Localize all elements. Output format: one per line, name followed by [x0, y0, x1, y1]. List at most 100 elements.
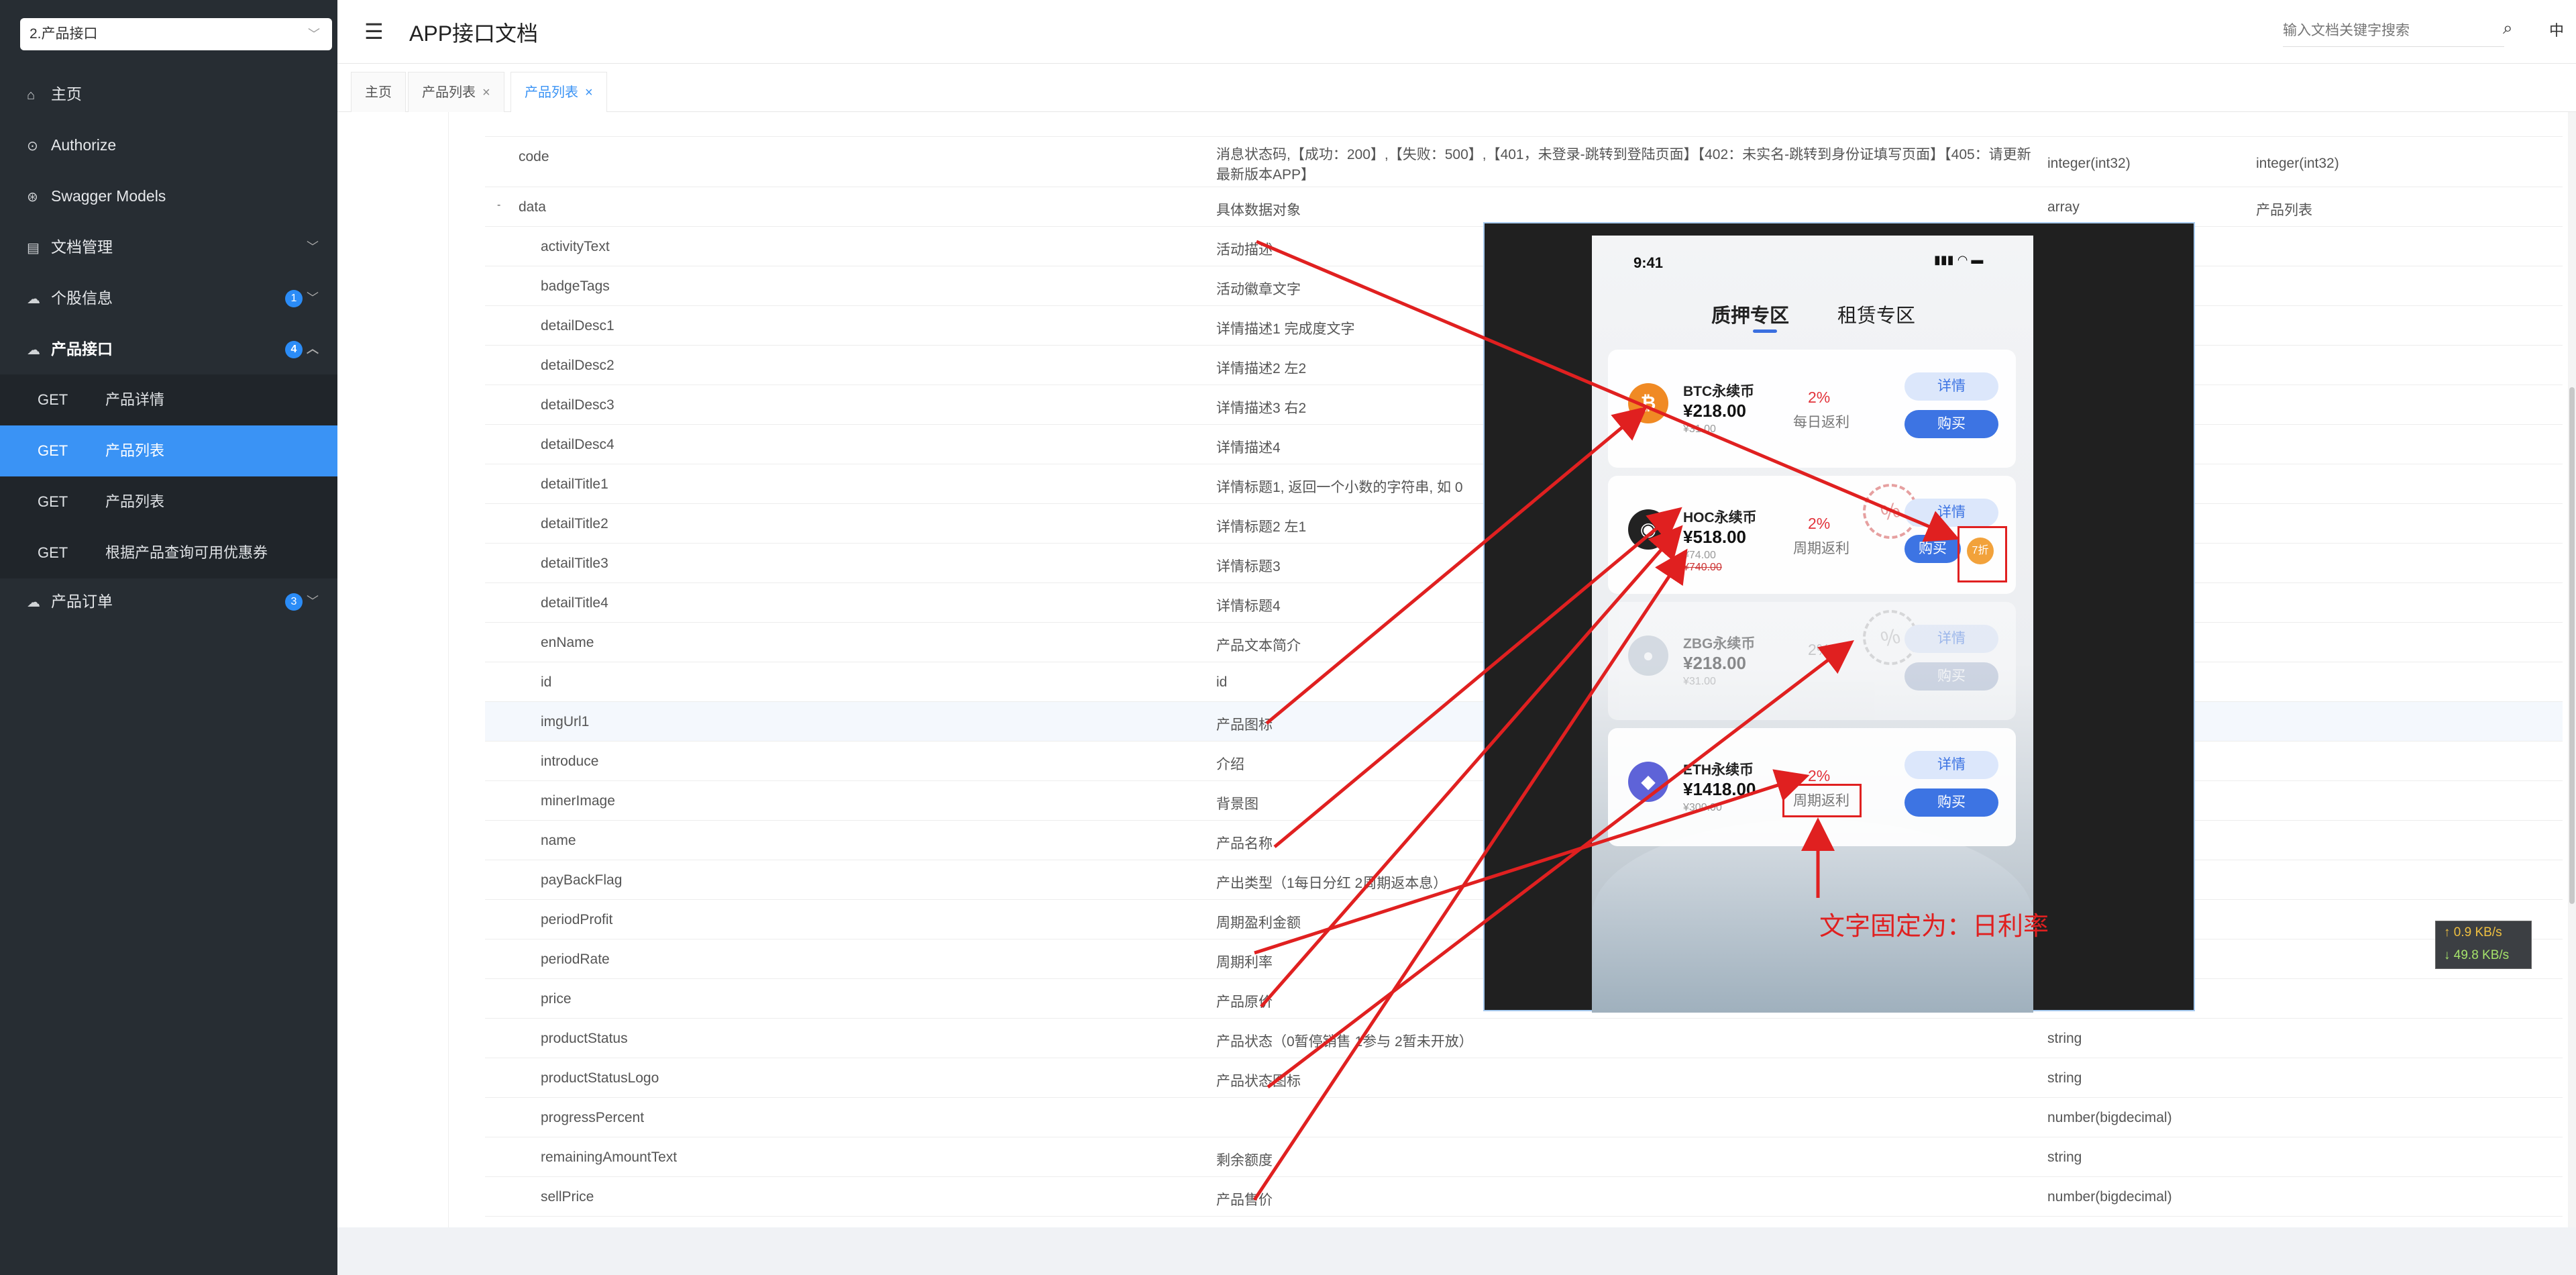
tab-bar: 主页 产品列表 × 产品列表 × — [337, 64, 2576, 112]
sidebar-sub-item-active[interactable]: GET 产品列表 — [0, 425, 337, 476]
status-icons: ▮▮▮ ◠ ▬ — [1934, 253, 1984, 266]
param-name: id — [541, 674, 552, 690]
scrollbar[interactable] — [2568, 112, 2576, 1227]
sidebar-item-doc-manage[interactable]: ▤ 文档管理 ﹀ — [0, 221, 337, 272]
count-badge: 3 — [285, 593, 303, 611]
detail-button: 详情 — [1904, 625, 1998, 653]
param-name: badgeTags — [541, 278, 610, 294]
lock-icon: ⊙ — [27, 139, 38, 154]
sidebar-sub-item[interactable]: GET 产品详情 — [0, 374, 337, 425]
product-price: ¥518.00 — [1683, 527, 1746, 547]
param-desc: 剩余额度 — [1216, 1153, 1273, 1168]
phone-tab-lease[interactable]: 租赁专区 — [1837, 300, 1915, 328]
table-row: productStatus 产品状态（0暂停销售 1参与 2暂未开放） string — [485, 1019, 2563, 1058]
table-row: progressPercent number(bigdecimal) — [485, 1098, 2563, 1137]
download-speed: ↓ 49.8 KB/s — [2444, 948, 2510, 962]
sidebar-item-product-api[interactable]: ☁ 产品接口 4 ︿ — [0, 323, 337, 374]
annotation-note: 文字固定为：日利率 — [1819, 913, 2049, 941]
param-schema: 产品列表 — [2256, 203, 2312, 218]
highlight-box-discount — [1957, 526, 2007, 582]
param-desc: 产品状态（0暂停销售 1参与 2暂未开放） — [1216, 1034, 1473, 1050]
cloud-icon: ☁ — [27, 292, 40, 307]
sidebar-item-label: 产品接口 — [51, 340, 113, 358]
product-card[interactable]: ◉ HOC永续币 ¥518.00 ¥74.00 ¥740.00 % 2% 周期返… — [1608, 476, 2016, 594]
search-box — [2283, 15, 2504, 47]
sidebar-item-label: 产品订单 — [51, 593, 113, 610]
sidebar-item-home[interactable]: ⌂ 主页 — [0, 68, 337, 119]
table-row: productStatusLogo 产品状态图标 string — [485, 1058, 2563, 1098]
rate-value: 2% — [1808, 641, 1831, 658]
sidebar-sub-item[interactable]: GET 根据产品查询可用优惠券 — [0, 527, 337, 578]
product-sub-price: ¥300.00 — [1683, 802, 1722, 813]
tab-product-list[interactable]: 产品列表 × — [408, 72, 504, 112]
product-name: HOC永续币 — [1683, 510, 1757, 525]
product-price: ¥218.00 — [1683, 401, 1746, 421]
table-row: sellPrice 产品售价 number(bigdecimal) — [485, 1177, 2563, 1217]
home-icon: ⌂ — [27, 88, 36, 103]
detail-button[interactable]: 详情 — [1904, 499, 1998, 527]
tab-home[interactable]: 主页 — [351, 72, 406, 112]
rate-label: 周期返利 — [1793, 541, 1849, 556]
hoc-coin-icon: ◉ — [1628, 509, 1668, 550]
sidebar-item-swagger-models[interactable]: ⊛ Swagger Models — [0, 170, 337, 221]
menu-toggle-icon[interactable]: ☰ — [364, 19, 384, 44]
product-name: BTC永续币 — [1683, 384, 1755, 399]
param-name: name — [541, 833, 576, 848]
param-type: integer(int32) — [2047, 156, 2131, 171]
language-switch[interactable]: 中 — [2549, 19, 2564, 40]
sidebar-item-label: 文档管理 — [51, 238, 113, 256]
product-old-price: ¥740.00 — [1683, 562, 1722, 573]
sidebar-item-stock-info[interactable]: ☁ 个股信息 1 ﹀ — [0, 272, 337, 323]
footer-area — [337, 1227, 2576, 1275]
param-type: string — [2047, 1031, 2082, 1046]
rate-label: 每日返利 — [1793, 415, 1849, 430]
scrollbar-thumb[interactable] — [2569, 387, 2575, 904]
coin-glyph: ◉ — [1640, 519, 1657, 540]
param-name: detailTitle1 — [541, 476, 608, 492]
cloud-icon: ☁ — [27, 343, 40, 358]
collapse-toggle[interactable]: - — [497, 199, 500, 211]
rate-value: 2% — [1808, 389, 1831, 406]
tab-product-list-active[interactable]: 产品列表 × — [511, 72, 607, 112]
sidebar-item-label: 个股信息 — [51, 289, 113, 307]
sidebar-sub-item[interactable]: GET 产品列表 — [0, 476, 337, 527]
buy-button[interactable]: 购买 — [1904, 410, 1998, 438]
eth-coin-icon: ◆ — [1628, 762, 1668, 802]
product-price: ¥218.00 — [1683, 653, 1746, 673]
phone-tab-stake[interactable]: 质押专区 — [1711, 300, 1789, 328]
detail-button[interactable]: 详情 — [1904, 372, 1998, 401]
doc-icon: ▤ — [27, 241, 40, 256]
detail-button[interactable]: 详情 — [1904, 751, 1998, 779]
close-icon[interactable]: × — [585, 85, 593, 100]
http-method: GET — [38, 493, 68, 510]
zbg-coin-icon: ● — [1628, 635, 1668, 676]
search-icon[interactable]: ⌕ — [2503, 17, 2513, 39]
buy-button: 购买 — [1904, 662, 1998, 691]
table-row: code 消息状态码,【成功：200】,【失败：500】,【401，未登录-跳转到… — [485, 137, 2563, 187]
param-name: detailDesc4 — [541, 437, 614, 452]
search-input[interactable] — [2283, 23, 2498, 39]
product-card[interactable]: ₿ BTC永续币 ¥218.00 ¥31.00 2% 每日返利 详情 购买 — [1608, 350, 2016, 468]
param-name: sellPrice — [541, 1189, 594, 1205]
tab-label: 产品列表 — [525, 85, 578, 100]
upload-speed: ↑ 0.9 KB/s — [2444, 925, 2502, 939]
btc-coin-icon: ₿ — [1628, 383, 1668, 423]
param-name: periodRate — [541, 952, 610, 967]
sidebar-item-authorize[interactable]: ⊙ Authorize — [0, 119, 337, 170]
param-name: enName — [541, 635, 594, 650]
buy-button[interactable]: 购买 — [1904, 788, 1998, 817]
param-name: code — [519, 149, 549, 164]
cloud-icon: ☁ — [27, 595, 40, 610]
param-desc: 产品售价 — [1216, 1192, 1273, 1208]
group-select[interactable]: 2.产品接口 ﹀ — [20, 18, 332, 50]
phone-screenshot-overlay: 9:41 ▮▮▮ ◠ ▬ 质押专区 租赁专区 ₿ BTC永续币 ¥218.00 … — [1483, 222, 2195, 1013]
close-icon[interactable]: × — [482, 85, 490, 100]
chevron-down-icon: ﹀ — [307, 595, 319, 608]
buy-button[interactable]: 购买 — [1904, 535, 1961, 563]
sidebar-item-product-order[interactable]: ☁ 产品订单 3 ﹀ — [0, 576, 337, 627]
param-name: introduce — [541, 754, 599, 769]
param-name: minerImage — [541, 793, 615, 809]
product-name: ETH永续币 — [1683, 762, 1754, 778]
cube-icon: ⊛ — [27, 190, 38, 205]
param-name: productStatusLogo — [541, 1070, 659, 1086]
